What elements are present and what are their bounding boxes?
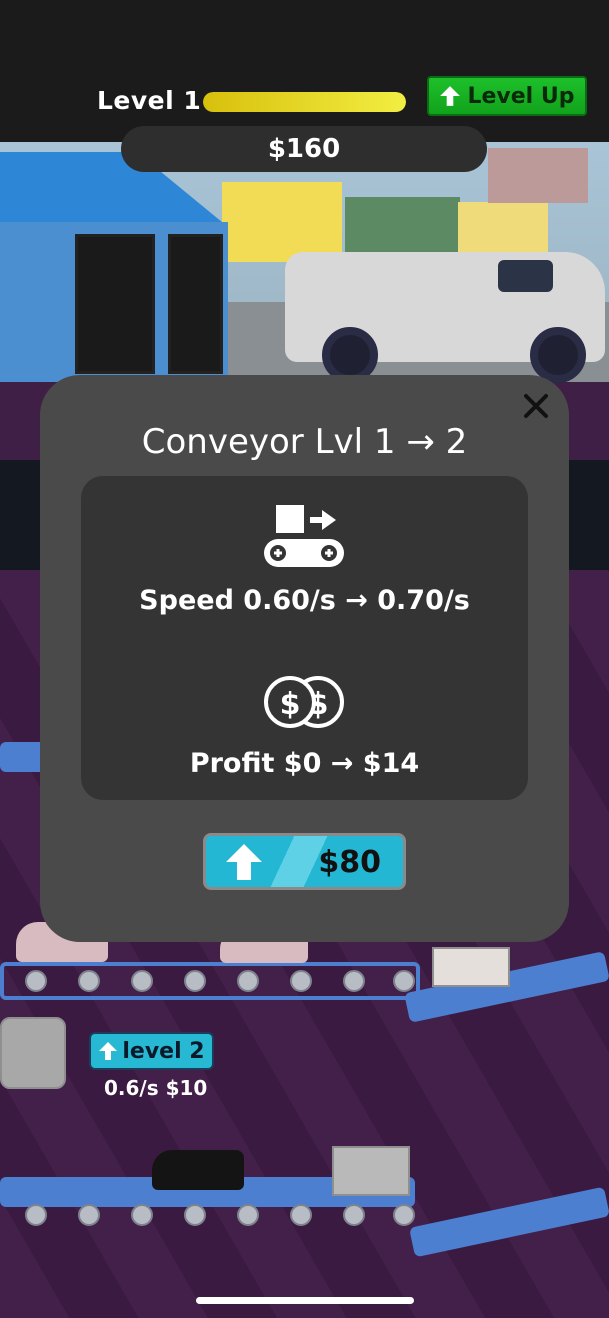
belt-roller: [131, 1204, 153, 1226]
van-window: [498, 260, 553, 292]
belt-roller: [290, 1204, 312, 1226]
belt-roller: [78, 1204, 100, 1226]
shop-door: [75, 234, 155, 374]
shoe-stamping-machine: [0, 1017, 66, 1089]
speed-stat: Speed 0.60/s → 0.70/s: [139, 585, 470, 616]
packing-machine: [332, 1146, 410, 1196]
level-up-button[interactable]: Level Up: [427, 76, 587, 116]
shoe-box: [432, 947, 510, 987]
buy-upgrade-button[interactable]: $80: [203, 833, 406, 890]
belt-roller: [25, 1204, 47, 1226]
modal-title: Conveyor Lvl 1 → 2: [141, 422, 468, 462]
up-arrow-icon: [440, 86, 461, 106]
coins-icon: $ $: [264, 676, 344, 728]
conveyor-belt-frame-1: [0, 962, 420, 1000]
close-button[interactable]: [522, 393, 550, 421]
close-icon: [524, 394, 548, 418]
belt-roller: [184, 1204, 206, 1226]
station-level-button[interactable]: level 2: [89, 1032, 214, 1070]
conveyor-icon: [264, 505, 344, 567]
profit-stat: Profit $0 → $14: [189, 748, 420, 779]
up-arrow-icon: [226, 844, 262, 880]
top-hud: [0, 0, 609, 142]
station-stats: 0.6/s $10: [104, 1076, 208, 1100]
level-up-label: Level Up: [467, 83, 575, 109]
player-level-label: Level 1: [97, 86, 202, 115]
belt-roller: [343, 1204, 365, 1226]
xp-progress-fill: [203, 92, 406, 112]
svg-text:$: $: [280, 687, 301, 722]
shop-door-2: [168, 234, 223, 374]
up-arrow-icon: [99, 1042, 118, 1060]
van-wheel-front: [530, 327, 586, 383]
home-indicator[interactable]: [196, 1297, 414, 1304]
money-balance: $160: [121, 126, 487, 172]
yellow-house: [222, 182, 342, 262]
pink-building: [488, 148, 588, 203]
belt-roller: [237, 1204, 259, 1226]
upgrade-price: $80: [318, 845, 381, 880]
black-sneaker: [152, 1150, 244, 1190]
xp-progress-bar: [203, 92, 406, 112]
station-level-label: level 2: [122, 1038, 205, 1064]
belt-roller: [393, 1204, 415, 1226]
